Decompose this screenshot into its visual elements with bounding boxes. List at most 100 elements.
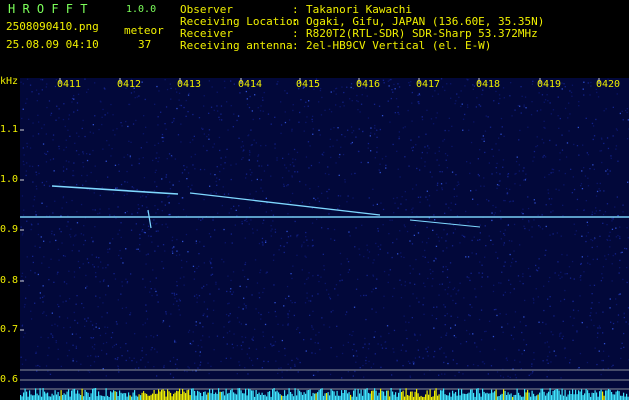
activity-bar — [290, 392, 292, 400]
activity-bar — [264, 394, 266, 400]
activity-bar — [285, 395, 287, 400]
activity-bar — [612, 394, 614, 400]
activity-bar — [54, 390, 56, 400]
activity-bar — [161, 389, 163, 400]
activity-bar — [417, 393, 419, 400]
activity-bar — [257, 394, 259, 400]
meteor-count: 37 — [138, 38, 152, 51]
activity-bar — [479, 393, 481, 400]
activity-bar — [444, 394, 446, 400]
activity-bar — [242, 393, 244, 400]
activity-bar — [297, 389, 299, 400]
activity-bar — [525, 392, 527, 400]
activity-bar — [482, 388, 484, 400]
activity-bar — [105, 388, 107, 400]
activity-bar — [126, 396, 128, 400]
activity-bar — [437, 395, 439, 400]
activity-bar — [186, 390, 188, 400]
activity-bar — [327, 392, 329, 400]
app-version: 1.0.0 — [126, 4, 157, 15]
activity-bar — [281, 395, 283, 400]
activity-bar — [80, 395, 82, 400]
activity-bar — [263, 395, 265, 400]
activity-bar — [416, 388, 418, 400]
activity-bar — [387, 390, 389, 400]
meteor-trace — [51, 185, 179, 195]
activity-bar — [317, 392, 319, 400]
activity-bar — [260, 394, 262, 400]
activity-bar — [438, 394, 440, 400]
activity-bar — [308, 390, 310, 400]
activity-bar — [434, 390, 436, 400]
activity-bar — [456, 395, 458, 400]
activity-bar — [506, 395, 508, 400]
activity-bar — [399, 388, 401, 400]
x-tick-label: 0415 — [296, 79, 321, 90]
activity-bar — [48, 396, 50, 400]
activity-bar — [626, 393, 628, 400]
activity-bar — [225, 388, 227, 400]
activity-bar — [588, 393, 590, 400]
activity-bar — [489, 393, 491, 400]
activity-bar — [467, 393, 469, 400]
activity-bar — [227, 393, 229, 400]
activity-bar — [368, 392, 370, 400]
activity-bar — [377, 395, 379, 400]
activity-bar — [332, 390, 334, 400]
activity-bar — [543, 391, 545, 400]
activity-bar — [104, 396, 106, 400]
activity-bar — [440, 390, 442, 400]
activity-bar — [248, 388, 250, 400]
activity-bar — [303, 392, 305, 400]
activity-bar — [30, 394, 32, 400]
activity-bar — [141, 392, 143, 400]
activity-bar — [212, 389, 214, 400]
activity-bar — [26, 391, 28, 400]
activity-bar — [539, 392, 541, 400]
activity-bar — [548, 391, 550, 400]
activity-bar — [579, 391, 581, 400]
activity-bar — [276, 390, 278, 400]
activity-bar — [53, 395, 55, 400]
activity-bar — [140, 395, 142, 400]
activity-bar — [470, 389, 472, 400]
activity-bar — [101, 395, 103, 400]
activity-bar — [122, 393, 124, 400]
activity-bar — [473, 392, 475, 400]
activity-bar — [296, 395, 298, 400]
activity-bar — [518, 392, 520, 400]
activity-bar — [578, 390, 580, 400]
activity-bar — [432, 396, 434, 400]
activity-bar — [522, 396, 524, 400]
activity-bar — [309, 389, 311, 400]
activity-bar — [57, 392, 59, 400]
activity-bar — [623, 392, 625, 400]
activity-bar — [515, 394, 517, 400]
activity-bar — [234, 393, 236, 400]
activity-bar — [563, 395, 565, 400]
activity-bar — [194, 390, 196, 400]
activity-bar — [195, 395, 197, 400]
activity-bar — [174, 392, 176, 400]
y-axis-unit: kHz — [0, 76, 19, 87]
activity-bar — [210, 393, 212, 400]
activity-bar — [224, 395, 226, 400]
spectrogram-canvas — [20, 78, 629, 400]
activity-bar — [50, 396, 52, 400]
activity-bar — [380, 388, 382, 400]
activity-bar — [267, 391, 269, 400]
activity-bar — [23, 392, 25, 400]
activity-bar — [240, 390, 242, 400]
activity-bar — [527, 389, 529, 400]
activity-bar — [540, 388, 542, 400]
activity-bar — [119, 390, 121, 400]
activity-bar — [353, 390, 355, 400]
activity-bar — [213, 394, 215, 400]
activity-bar — [339, 395, 341, 400]
activity-bar — [545, 395, 547, 400]
activity-bar — [446, 395, 448, 400]
x-tick-label: 0420 — [596, 79, 621, 90]
activity-bar — [231, 388, 233, 400]
activity-bar — [393, 394, 395, 400]
activity-bar — [576, 394, 578, 400]
